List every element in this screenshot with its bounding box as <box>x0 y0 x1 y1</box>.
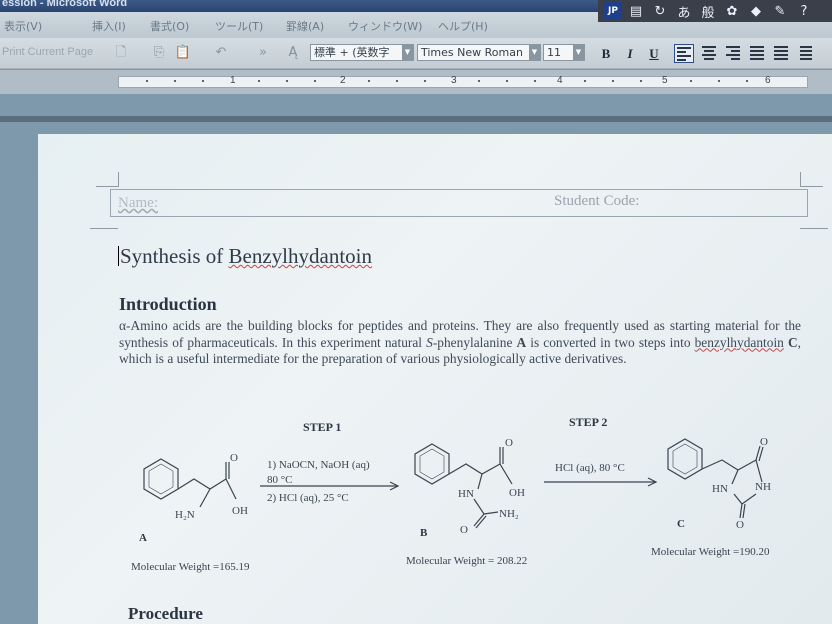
atom-a-h2n: H₂N <box>175 509 195 521</box>
atom-b-nh2: NH₂ <box>499 508 519 520</box>
reaction-scheme-diagram: O H₂N OH O HN OH O NH₂ O HN NH O <box>143 436 771 536</box>
atom-c-hn: HN <box>712 483 728 495</box>
bonds-c <box>701 459 739 471</box>
atom-b-hn: HN <box>458 488 474 500</box>
compound-c-label: C <box>677 518 685 530</box>
atom-c-o: O <box>760 436 768 448</box>
atom-c-nh: NH <box>755 481 771 493</box>
atom-b-oh: OH <box>509 487 525 499</box>
atom-b-o: O <box>505 437 513 449</box>
molecular-weight-b: Molecular Weight = 208.22 <box>406 555 528 567</box>
molecular-weight-a: Molecular Weight =165.19 <box>131 561 250 573</box>
atom-a-oh: OH <box>232 505 248 517</box>
bonds-b <box>448 463 501 475</box>
molecular-weight-c: Molecular Weight =190.20 <box>651 546 770 558</box>
atom-b-o2: O <box>460 524 468 536</box>
compound-b-label: B <box>420 527 428 539</box>
bonds-a <box>177 478 227 490</box>
atom-a-o: O <box>230 452 238 464</box>
atom-c-o2: O <box>736 519 744 531</box>
procedure-heading: Procedure <box>128 604 203 623</box>
compound-a-label: A <box>139 532 147 544</box>
